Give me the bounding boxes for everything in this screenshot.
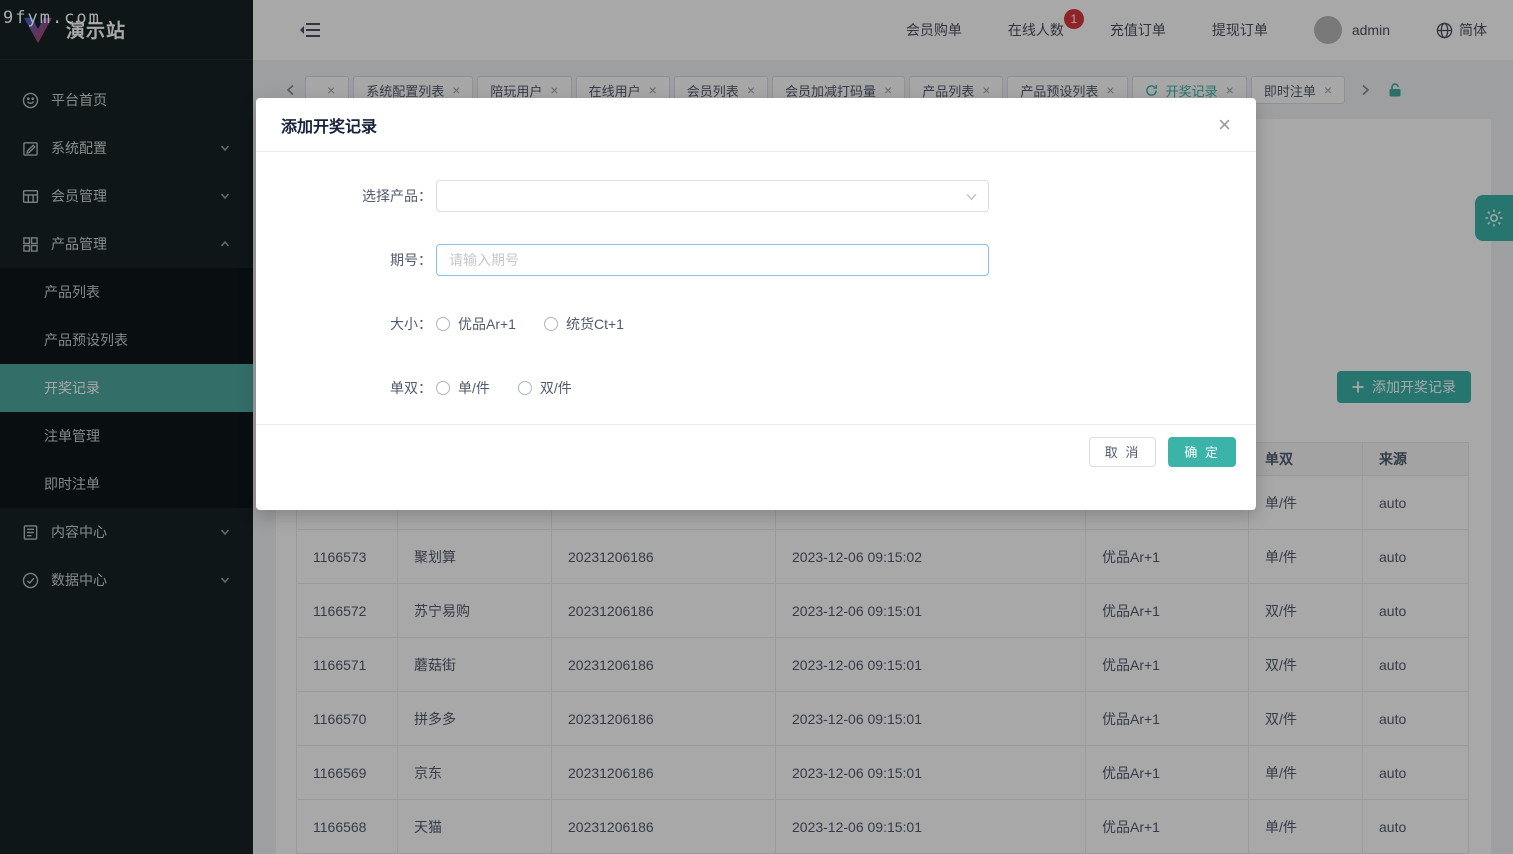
radio-dot: [436, 317, 450, 331]
product-field-row: 选择产品：: [256, 180, 1256, 212]
product-select[interactable]: [436, 180, 989, 212]
chevron-down-icon: [965, 190, 978, 203]
size-option-radio[interactable]: 统货Ct+1: [543, 314, 624, 334]
radio-label: 单/件: [458, 380, 490, 396]
add-record-modal: 添加开奖记录 × 选择产品： 期号： 大小： 优品Ar+1 统货Ct+1 单双： …: [256, 98, 1256, 510]
product-label: 选择产品：: [362, 188, 432, 204]
cancel-button[interactable]: 取 消: [1088, 436, 1157, 467]
parity-option-radio[interactable]: 双/件: [517, 378, 572, 398]
radio-label: 优品Ar+1: [458, 316, 516, 332]
size-field-row: 大小： 优品Ar+1 统货Ct+1: [256, 308, 1256, 340]
modal-footer: 取 消 确 定: [256, 424, 1256, 478]
radio-label: 统货Ct+1: [565, 316, 624, 332]
modal-title: 添加开奖记录: [281, 118, 378, 136]
radio-dot: [436, 381, 450, 395]
modal-body: 选择产品： 期号： 大小： 优品Ar+1 统货Ct+1 单双： 单/件 双/件: [256, 152, 1256, 424]
parity-label: 单双：: [390, 380, 432, 396]
issue-input[interactable]: [436, 244, 989, 276]
radio-dot: [543, 317, 558, 331]
modal-close-icon[interactable]: ×: [1218, 113, 1231, 136]
radio-label: 双/件: [539, 380, 572, 396]
confirm-button[interactable]: 确 定: [1168, 436, 1236, 467]
size-option-radio[interactable]: 优品Ar+1: [436, 314, 516, 334]
parity-option-radio[interactable]: 单/件: [436, 378, 490, 398]
radio-dot: [517, 381, 532, 395]
size-radio-group: 优品Ar+1 统货Ct+1: [436, 314, 652, 334]
issue-label: 期号：: [390, 252, 432, 268]
issue-field-row: 期号：: [256, 244, 1256, 276]
size-label: 大小：: [390, 316, 432, 332]
modal-header: 添加开奖记录 ×: [256, 98, 1256, 152]
parity-field-row: 单双： 单/件 双/件: [256, 372, 1256, 404]
parity-radio-group: 单/件 双/件: [436, 378, 600, 398]
